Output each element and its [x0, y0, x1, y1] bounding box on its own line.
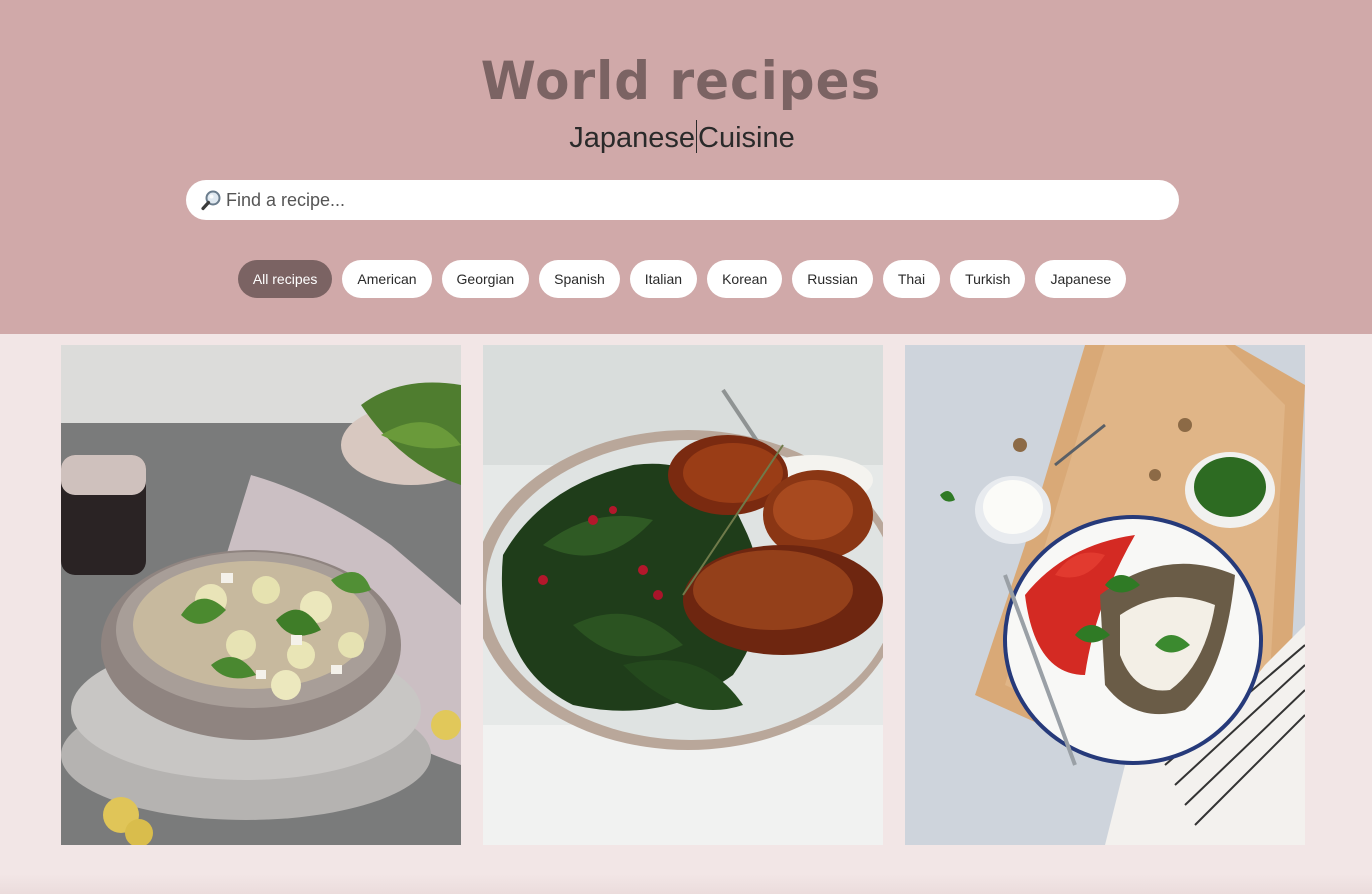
magnifier-icon [201, 190, 221, 211]
subtitle-typed-text: Japanese [569, 122, 696, 154]
cuisine-filter-bar: All recipes American Georgian Spanish Italia… [0, 260, 1364, 298]
filter-chip-spanish[interactable]: Spanish [539, 260, 620, 298]
page-bottom-shade [0, 874, 1372, 894]
filter-chip-turkish[interactable]: Turkish [950, 260, 1026, 298]
filter-chip-korean[interactable]: Korean [707, 260, 783, 298]
filter-chip-georgian[interactable]: Georgian [441, 260, 530, 298]
filter-chip-thai[interactable]: Thai [882, 260, 941, 298]
filter-chip-all-recipes[interactable]: All recipes [237, 260, 333, 298]
recipe-card[interactable] [905, 345, 1305, 845]
cuisine-subtitle: Japanese Cuisine [0, 120, 1364, 155]
recipe-card[interactable] [61, 345, 461, 845]
typing-caret [696, 120, 698, 153]
site-title: World recipes [480, 50, 882, 112]
subtitle-rest-text: Cuisine [698, 122, 795, 154]
recipe-photo [483, 345, 883, 845]
recipe-card[interactable] [483, 345, 883, 845]
recipe-photo [61, 345, 461, 845]
filter-chip-japanese[interactable]: Japanese [1035, 260, 1127, 298]
filter-chip-italian[interactable]: Italian [629, 260, 698, 298]
search-input[interactable] [226, 180, 1156, 220]
search-bar[interactable] [186, 180, 1179, 220]
filter-chip-russian[interactable]: Russian [792, 260, 873, 298]
site-header: World recipes JapaneseCuisine All recipe… [0, 0, 1372, 334]
recipe-photo [905, 345, 1305, 845]
filter-chip-american[interactable]: American [342, 260, 432, 298]
